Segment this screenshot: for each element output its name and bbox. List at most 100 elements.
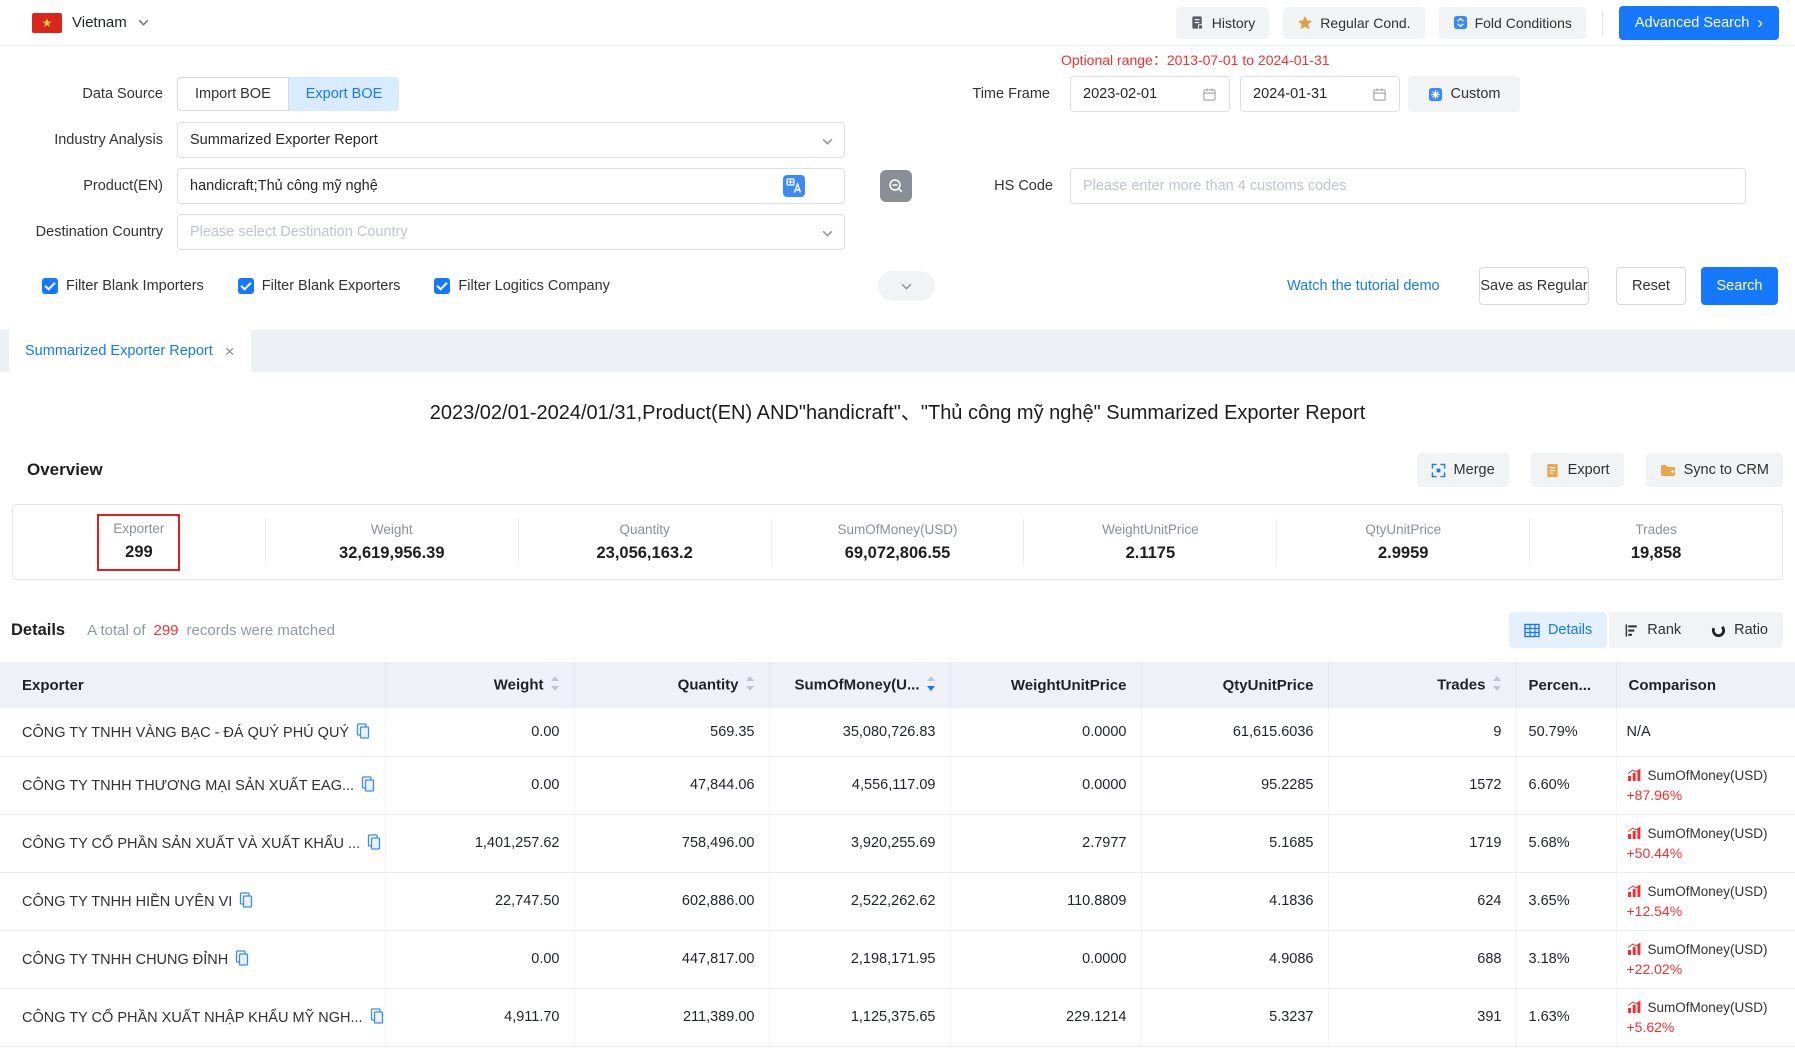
column-header-quantity[interactable]: Quantity [574,662,769,708]
collapse-toggle-button[interactable] [878,271,935,301]
export-button[interactable]: Export [1531,453,1624,487]
column-header-percent: Percen... [1516,662,1616,708]
save-as-regular-button[interactable]: Save as Regular [1479,267,1589,305]
sort-icon [1492,676,1502,695]
destination-country-placeholder: Please select Destination Country [190,224,408,240]
star-icon [1297,15,1313,31]
stat-value: 23,056,163.2 [596,544,692,563]
close-icon[interactable]: × [225,343,235,360]
table-header-row: Exporter Weight Quantity SumOfMoney(U...… [0,662,1795,708]
sort-icon [745,676,755,695]
chevron-right-icon: › [1757,14,1763,31]
exclude-search-button[interactable] [880,170,912,202]
industry-analysis-value: Summarized Exporter Report [190,132,378,148]
copy-icon[interactable] [367,834,381,850]
custom-button[interactable]: Custom [1408,76,1520,112]
hs-code-input[interactable] [1070,168,1746,204]
exporter-name: CÔNG TY TNHH THƯƠNG MẠI SẢN XUẤT EAG... [22,778,354,794]
reset-button[interactable]: Reset [1616,267,1686,305]
history-button[interactable]: History [1176,7,1270,39]
translate-icon[interactable] [783,175,805,202]
hs-code-label: HS Code [943,178,1053,194]
sum-of-money-cell: 2,198,171.95 [769,930,950,988]
column-header-trades[interactable]: Trades [1328,662,1516,708]
data-source-label: Data Source [0,86,177,102]
details-heading: Details [11,621,65,640]
weight-cell: 0.00 [385,708,574,756]
tutorial-link[interactable]: Watch the tutorial demo [1287,278,1440,294]
stat-weight: Weight 32,619,956.39 [265,519,518,565]
view-details-button[interactable]: Details [1509,612,1607,648]
topbar: ★ Vietnam History Regular Cond. Fold Con… [0,0,1795,46]
product-en-input[interactable] [177,168,845,204]
industry-analysis-select[interactable]: Summarized Exporter Report [177,122,845,158]
comparison-change: +22.02% [1627,961,1795,977]
highlight-box: Exporter 299 [97,514,180,571]
folder-icon [1660,463,1676,478]
country-name: Vietnam [72,14,127,31]
merge-label: Merge [1454,462,1495,478]
qty-unit-price-cell: 61,615.6036 [1141,708,1328,756]
comparison-cell: SumOfMoney(USD)+87.96% [1616,756,1795,814]
filter-blank-importers-checkbox[interactable]: Filter Blank Importers [34,278,204,294]
exporter-cell: CÔNG TY CỔ PHẦN SẢN XUẤT VÀ XUẤT KHẨU ..… [0,814,385,872]
sum-of-money-cell: 35,080,726.83 [769,708,950,756]
sum-of-money-cell: 2,522,262.62 [769,872,950,930]
merge-button[interactable]: Merge [1417,453,1509,487]
fold-conditions-button[interactable]: Fold Conditions [1439,7,1586,39]
calendar-icon[interactable] [1372,87,1387,102]
filter-logitics-company-checkbox[interactable]: Filter Logitics Company [426,278,610,294]
column-header-weight[interactable]: Weight [385,662,574,708]
view-ratio-button[interactable]: Ratio [1696,612,1783,648]
advanced-search-button[interactable]: Advanced Search › [1619,6,1779,40]
history-label: History [1212,15,1256,31]
trend-up-icon [1627,942,1642,956]
checkbox-label: Filter Logitics Company [458,278,610,294]
exporter-name: CÔNG TY CỔ PHẦN SẢN XUẤT VÀ XUẤT KHẨU ..… [22,836,360,852]
calendar-icon[interactable] [1202,87,1217,102]
weight-unit-price-cell: 110.8809 [950,872,1141,930]
export-boe-tab[interactable]: Export BOE [289,77,400,111]
destination-country-select[interactable]: Please select Destination Country [177,214,845,250]
percent-cell: 5.68% [1516,814,1616,872]
regular-cond-button[interactable]: Regular Cond. [1283,7,1424,39]
country-selector[interactable]: ★ Vietnam [32,13,150,33]
copy-icon[interactable] [235,950,249,966]
exporter-cell: CÔNG TY TNHH THƯƠNG MẠI SẢN XUẤT EAG... [0,756,385,814]
quantity-cell: 569.35 [574,708,769,756]
import-boe-tab[interactable]: Import BOE [177,77,289,111]
report-tab[interactable]: Summarized Exporter Report × [9,330,251,372]
copy-icon[interactable] [239,892,253,908]
history-icon [1190,15,1205,30]
percent-cell: 3.65% [1516,872,1616,930]
copy-icon[interactable] [356,723,370,739]
vietnam-flag-icon: ★ [32,13,62,33]
product-en-label: Product(EN) [0,178,177,194]
search-button[interactable]: Search [1701,267,1778,305]
exporter-cell: CÔNG TY TNHH HIỀN UYÊN VI [0,872,385,930]
weight-cell: 0.00 [385,930,574,988]
stat-label: QtyUnitPrice [1365,522,1441,537]
merge-icon [1431,463,1446,478]
copy-icon[interactable] [370,1008,384,1024]
stat-value: 69,072,806.55 [845,544,951,563]
date-to-value: 2024-01-31 [1253,86,1327,102]
exporter-name: CÔNG TY TNHH VÀNG BẠC - ĐÁ QUÝ PHÚ QUÝ [22,725,349,741]
stats-card: Exporter 299 Weight 32,619,956.39 Quanti… [12,504,1783,580]
column-header-sum-of-money[interactable]: SumOfMoney(U... [769,662,950,708]
stat-value: 299 [125,543,153,562]
stat-exporter: Exporter 299 [13,519,265,565]
weight-unit-price-cell: 229.1214 [950,988,1141,1046]
table-row: CÔNG TY TNHH THƯƠNG MẠI SẢN XUẤT EAG...0… [0,756,1795,814]
sync-to-crm-label: Sync to CRM [1684,462,1769,478]
weight-cell: 1,401,257.62 [385,814,574,872]
date-to-input[interactable]: 2024-01-31 [1240,76,1400,112]
view-rank-button[interactable]: Rank [1609,612,1696,648]
date-from-input[interactable]: 2023-02-01 [1070,76,1230,112]
sync-to-crm-button[interactable]: Sync to CRM [1646,453,1783,487]
copy-icon[interactable] [361,776,375,792]
table-icon [1524,623,1540,638]
trend-up-icon [1627,884,1642,898]
chevron-down-icon [137,16,150,29]
filter-blank-exporters-checkbox[interactable]: Filter Blank Exporters [230,278,401,294]
